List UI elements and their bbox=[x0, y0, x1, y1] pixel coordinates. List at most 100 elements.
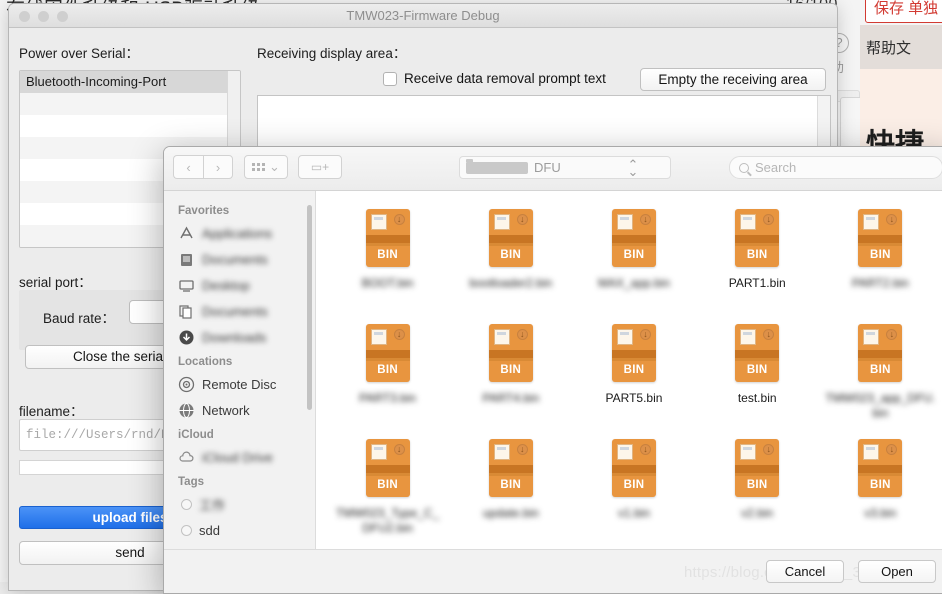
navigate-forward-button[interactable]: › bbox=[203, 155, 233, 179]
bin-file-icon: BIN bbox=[611, 439, 656, 497]
receiving-display-area-label: Receiving display area： bbox=[257, 46, 407, 61]
open-button[interactable]: Open bbox=[858, 560, 936, 583]
view-options-button[interactable]: ⌄ bbox=[244, 155, 288, 179]
sidebar-item-applications[interactable]: Applications bbox=[164, 220, 315, 246]
filename-label: filename： bbox=[19, 404, 84, 419]
window-titlebar: TMW023-Firmware Debug bbox=[9, 4, 837, 28]
search-input[interactable]: Search bbox=[729, 156, 942, 179]
list-item[interactable] bbox=[20, 93, 240, 115]
background-save-button[interactable]: 保存 单独 bbox=[865, 0, 942, 23]
file-name: PART2.bin bbox=[851, 276, 909, 290]
sidebar-item-label: Desktop bbox=[202, 277, 250, 293]
file-browser[interactable]: BIN BOOT.bin BIN bootloader2.bin BIN MAX_app.… bbox=[316, 191, 942, 549]
file-item[interactable]: BIN TMW023_Type_C_DFU2.bin bbox=[326, 439, 449, 549]
icon-band-light bbox=[488, 358, 533, 361]
empty-receiving-area-button[interactable]: Empty the receiving area bbox=[640, 68, 826, 91]
file-item[interactable]: BIN TMW023_app_DFU.bin bbox=[819, 324, 942, 439]
bin-file-icon: BIN bbox=[488, 439, 533, 497]
path-value: DFU bbox=[534, 160, 561, 175]
chevron-right-icon: › bbox=[215, 159, 221, 175]
bin-file-icon: BIN bbox=[365, 324, 410, 382]
sidebar-item-downloads[interactable]: Downloads bbox=[164, 324, 315, 350]
file-type-label: BIN bbox=[623, 249, 645, 261]
download-badge-icon bbox=[886, 442, 898, 456]
sidebar-item-icloud-drive[interactable]: iCloud Drive bbox=[164, 444, 315, 470]
sidebar-item-desktop[interactable]: Desktop bbox=[164, 272, 315, 298]
file-thumbnail-icon bbox=[370, 214, 387, 230]
sidebar-item-documents[interactable]: Documents bbox=[164, 298, 315, 324]
icon-band-light bbox=[735, 473, 780, 476]
file-type-label: BIN bbox=[377, 479, 398, 491]
file-type-label: BIN bbox=[623, 479, 645, 491]
icon-band-light bbox=[488, 243, 533, 246]
file-name: v3.bin bbox=[864, 506, 897, 520]
background-help-doc-row[interactable]: 帮助文 bbox=[860, 25, 942, 69]
download-badge-icon bbox=[516, 327, 528, 341]
file-item[interactable]: BIN PART4.bin bbox=[449, 324, 572, 439]
file-type-label: BIN bbox=[377, 364, 398, 376]
list-item[interactable]: Bluetooth-Incoming-Port bbox=[20, 71, 240, 93]
file-item[interactable]: BIN v2.bin bbox=[696, 439, 819, 549]
file-item[interactable]: BIN v1.bin bbox=[572, 439, 695, 549]
serial-port-label: serial port： bbox=[19, 275, 92, 290]
navigate-back-button[interactable]: ‹ bbox=[173, 155, 203, 179]
file-thumbnail-icon bbox=[370, 329, 387, 345]
file-type-label: BIN bbox=[870, 479, 891, 491]
file-name: PART4.bin bbox=[482, 391, 540, 405]
file-name: PART5.bin bbox=[605, 391, 663, 405]
file-type-label: BIN bbox=[870, 249, 891, 261]
file-thumbnail-icon bbox=[370, 444, 387, 460]
download-badge-icon bbox=[393, 212, 405, 226]
icon-band-light bbox=[611, 358, 656, 361]
icon-band-light bbox=[365, 473, 410, 476]
file-thumbnail-icon bbox=[493, 329, 510, 345]
sidebar-item-network[interactable]: Network bbox=[164, 397, 315, 423]
path-select[interactable]: DFU ⌃ ⌄ bbox=[459, 156, 671, 179]
file-item[interactable]: BIN PART5.bin bbox=[572, 324, 695, 439]
new-folder-button[interactable]: ▭+ bbox=[298, 155, 342, 179]
file-type-label: BIN bbox=[500, 249, 522, 261]
download-badge-icon bbox=[886, 327, 898, 341]
new-folder-icon: ▭+ bbox=[310, 160, 330, 174]
sidebar-item-label: Remote Disc bbox=[202, 376, 277, 392]
file-item[interactable]: BIN PART2.bin bbox=[819, 209, 942, 324]
icon-band-light bbox=[365, 243, 410, 246]
receive-prompt-checkbox[interactable] bbox=[383, 72, 397, 86]
icon-band-light bbox=[488, 473, 533, 476]
file-item[interactable]: BIN PART1.bin bbox=[696, 209, 819, 324]
file-thumbnail-icon bbox=[493, 444, 510, 460]
file-item[interactable]: BIN v3.bin bbox=[819, 439, 942, 549]
tag-dot-icon bbox=[181, 524, 192, 536]
sidebar-item-label: sdd bbox=[199, 522, 220, 538]
file-thumbnail-icon bbox=[863, 214, 880, 230]
file-name: PART1.bin bbox=[728, 276, 786, 290]
file-item[interactable]: BIN bootloader2.bin bbox=[449, 209, 572, 324]
screenshot-root: 有线固件升级和 USB驱动升级 16/100 保存 单独 ? 助 帮助文 快捷 … bbox=[0, 0, 942, 594]
stepper-down-icon: ⌄ bbox=[627, 163, 639, 179]
sidebar-scrollbar[interactable] bbox=[307, 205, 312, 410]
file-name: BOOT.bin bbox=[361, 276, 414, 290]
file-thumbnail-icon bbox=[740, 329, 757, 345]
file-item[interactable]: BIN BOOT.bin bbox=[326, 209, 449, 324]
sidebar-item-documents[interactable]: Documents bbox=[164, 246, 315, 272]
list-item[interactable] bbox=[20, 115, 240, 137]
download-badge-icon bbox=[516, 212, 528, 226]
sidebar-item-[interactable]: 工作 bbox=[164, 491, 315, 517]
search-icon bbox=[739, 162, 749, 173]
file-item[interactable]: BIN PART3.bin bbox=[326, 324, 449, 439]
file-grid: BIN BOOT.bin BIN bootloader2.bin BIN MAX_app.… bbox=[316, 191, 942, 549]
icon-band bbox=[611, 350, 656, 358]
file-item[interactable]: BIN update.bin bbox=[449, 439, 572, 549]
file-thumbnail-icon bbox=[740, 214, 757, 230]
file-item[interactable]: BIN test.bin bbox=[696, 324, 819, 439]
download-badge-icon bbox=[639, 327, 651, 341]
power-over-serial-label: Power over Serial： bbox=[19, 46, 140, 61]
cancel-button[interactable]: Cancel bbox=[766, 560, 844, 583]
bin-file-icon: BIN bbox=[735, 439, 780, 497]
stepper-icon: ⌃ ⌄ bbox=[602, 158, 664, 178]
sidebar-item-label: Documents bbox=[202, 251, 268, 267]
file-item[interactable]: BIN MAX_app.bin bbox=[572, 209, 695, 324]
icon-band bbox=[858, 465, 903, 473]
sidebar-item-remote-disc[interactable]: Remote Disc bbox=[164, 371, 315, 397]
sidebar-item-sdd[interactable]: sdd bbox=[164, 517, 315, 543]
